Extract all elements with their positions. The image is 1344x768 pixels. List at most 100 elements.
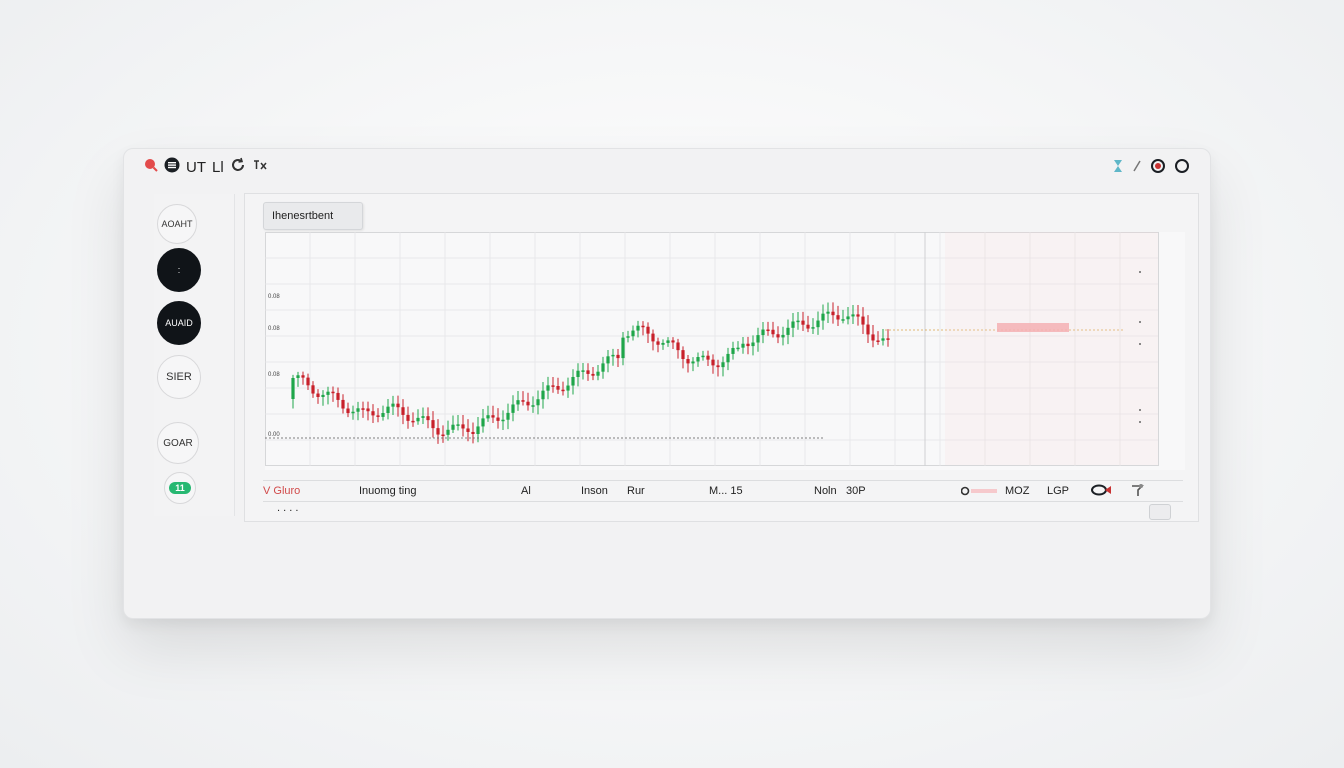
candle-body (406, 414, 410, 421)
candle-body (306, 377, 310, 386)
sidebar-button-1[interactable]: AOAHT (157, 204, 197, 244)
legend-item-1[interactable]: V Gluro (263, 485, 300, 497)
tools-icon[interactable] (252, 158, 268, 176)
circle-icon[interactable] (1174, 158, 1190, 179)
candle-body (311, 385, 315, 394)
candle-body (706, 355, 710, 360)
candle-body (531, 405, 535, 407)
candle-body (746, 343, 750, 347)
sidebar-button-2[interactable]: : (157, 248, 201, 292)
candle-body (621, 337, 625, 359)
legend-item-8[interactable]: 30P (846, 485, 866, 497)
legend-item-10[interactable]: LGP (1047, 485, 1069, 497)
legend-item-7[interactable]: Noln (814, 485, 837, 497)
sidebar-button-5[interactable]: GOAR (157, 422, 199, 464)
candle-body (451, 424, 455, 430)
candle-body (411, 420, 415, 423)
sidebar-button-3[interactable]: AUAID (157, 301, 201, 345)
chart[interactable]: 0.08 0.08 0.08 0.00 (265, 232, 1185, 470)
candle-body (611, 354, 615, 357)
candle-body (591, 373, 595, 376)
candle-body (486, 415, 490, 419)
candle-body (681, 350, 685, 360)
candle-body (641, 325, 645, 328)
hourglass-icon[interactable] (1112, 159, 1124, 178)
fish-icon[interactable] (1089, 483, 1113, 500)
sidebar-button-6-label: 11 (169, 482, 191, 494)
chart-svg[interactable]: 0.08 0.08 0.08 0.00 (265, 232, 1185, 470)
footer-dots[interactable]: . . . . (277, 502, 298, 514)
candle-body (316, 393, 320, 397)
menu-icon[interactable] (164, 157, 180, 177)
candle-body (321, 394, 325, 397)
title-label-1[interactable]: UT (186, 159, 206, 176)
candle-body (871, 334, 875, 341)
main-panel: Ihenesrtbent 0.08 0.08 0.08 0.00 V Gluro In… (244, 193, 1199, 522)
right-tick-mark (1139, 321, 1141, 323)
candle-body (741, 343, 745, 348)
shaded-region (945, 232, 1158, 465)
candle-body (546, 385, 550, 391)
candle-body (776, 334, 780, 338)
candle-body (671, 340, 675, 343)
candle-body (416, 417, 420, 422)
candle-body (556, 386, 560, 390)
candle-body (791, 321, 795, 328)
candle-body (691, 361, 695, 364)
scroll-button[interactable] (1149, 504, 1171, 520)
slash-icon[interactable] (1132, 159, 1142, 178)
legend-item-3[interactable]: Al (521, 485, 531, 497)
title-label-2[interactable]: Ll (212, 159, 224, 176)
candle-body (441, 434, 445, 437)
candle-body (616, 354, 620, 359)
sidebar-button-6[interactable]: 11 (164, 472, 196, 504)
candle-body (601, 363, 605, 372)
legend-item-2[interactable]: Inuomg ting (359, 485, 416, 497)
candle-body (596, 371, 600, 376)
refresh-icon[interactable] (230, 157, 246, 177)
candle-body (566, 385, 570, 391)
legend-item-4[interactable]: Inson (581, 485, 608, 497)
record-circle-icon[interactable] (1150, 158, 1166, 179)
candle-body (291, 378, 295, 399)
candle-body (801, 320, 805, 325)
legend-row: V Gluro Inuomg ting Al Inson Rur M... 15… (263, 480, 1183, 502)
pin-icon[interactable] (1129, 483, 1145, 500)
candle-body (811, 327, 815, 329)
candle-body (421, 416, 425, 418)
sidebar-button-4[interactable]: SIER (157, 355, 201, 399)
sidebar-button-2-label: : (177, 265, 181, 275)
sidebar: AOAHT : AUAID SIER GOAR 11 (154, 194, 235, 516)
candle-body (696, 357, 700, 362)
sidebar-button-5-label: GOAR (163, 437, 193, 449)
candle-body (476, 426, 480, 434)
candle-body (731, 347, 735, 354)
legend-item-6[interactable]: M... 15 (709, 485, 743, 497)
candle-body (876, 340, 880, 342)
legend-item-9[interactable]: MOZ (1005, 485, 1029, 497)
candle-body (391, 403, 395, 407)
candle-body (821, 313, 825, 321)
candle-body (751, 342, 755, 347)
candle-body (866, 324, 870, 335)
right-tick-mark (1139, 409, 1141, 411)
panel-tab[interactable]: Ihenesrtbent (263, 202, 363, 230)
candle-body (331, 391, 335, 394)
candle-body (346, 408, 350, 414)
right-tick-mark (1139, 343, 1141, 345)
candle-body (426, 416, 430, 421)
candle-body (766, 329, 770, 332)
candle-body (781, 334, 785, 338)
candle-body (436, 428, 440, 435)
candle-body (581, 370, 585, 372)
candle-body (606, 356, 610, 364)
candle-body (341, 399, 345, 409)
title-bar-right (1112, 158, 1190, 179)
candle-body (631, 330, 635, 337)
legend-item-5[interactable]: Rur (627, 485, 645, 497)
candle-body (826, 311, 830, 314)
candle-body (851, 314, 855, 317)
candle-body (666, 340, 670, 343)
record-icon[interactable] (144, 158, 158, 176)
candle-body (551, 385, 555, 387)
